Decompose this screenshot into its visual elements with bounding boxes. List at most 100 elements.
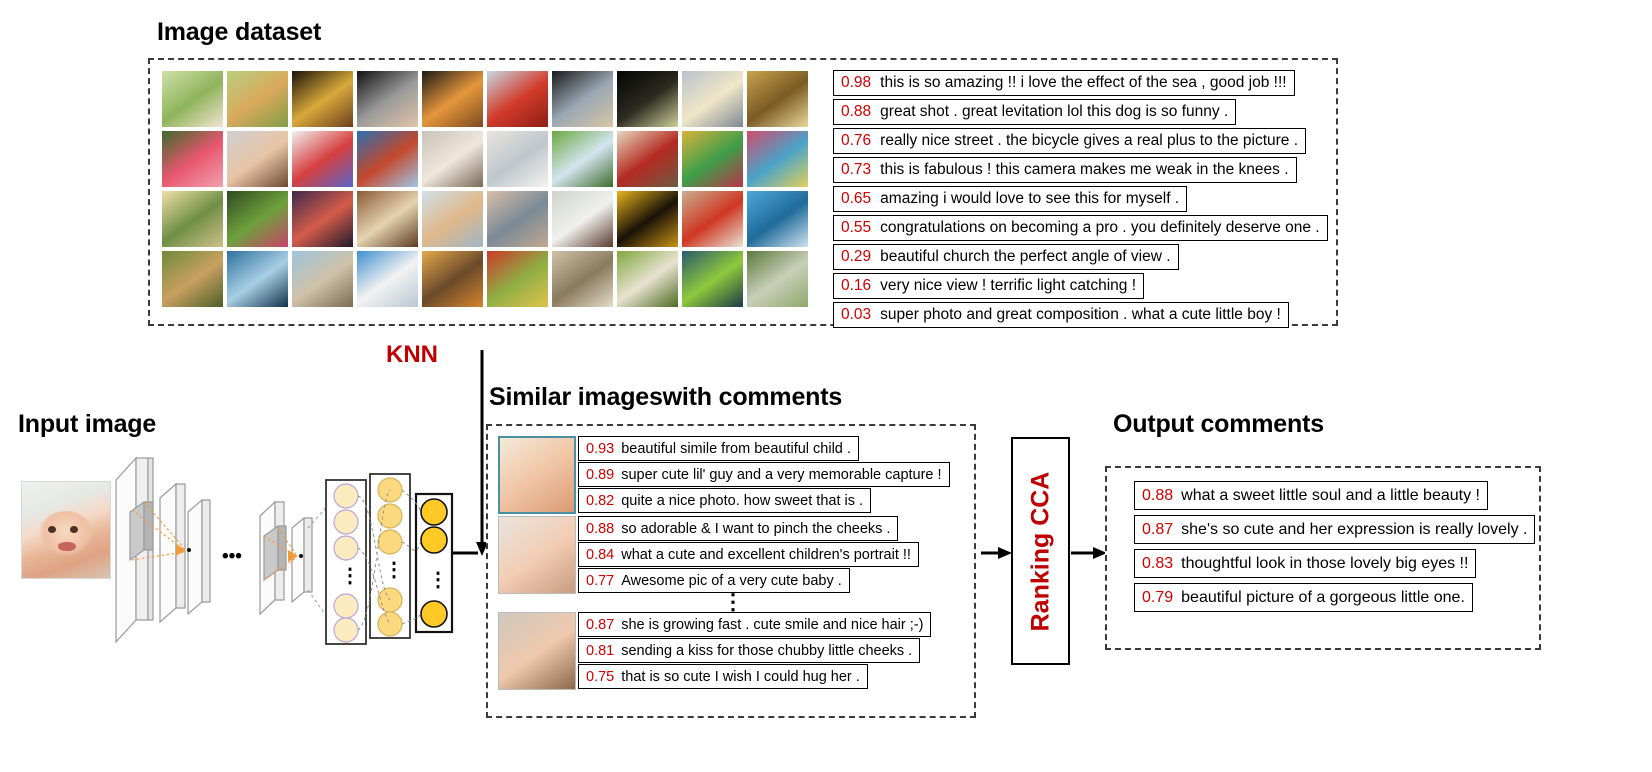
similar-image-group: 0.93 beautiful simile from beautiful chil… <box>498 436 968 514</box>
comment-text: amazing i would love to see this for mys… <box>880 190 1180 207</box>
dataset-thumbnail[interactable] <box>421 70 484 128</box>
dataset-thumbnail[interactable] <box>356 70 419 128</box>
similar-comment-row: 0.88 so adorable & I want to pinch the ch… <box>578 516 899 541</box>
comment-text: this is so amazing !! i love the effect … <box>880 74 1287 91</box>
dataset-comment-row: 0.65 amazing i would love to see this for… <box>833 186 1188 212</box>
dataset-thumbnail[interactable] <box>226 130 289 188</box>
dataset-thumbnail[interactable] <box>356 250 419 308</box>
comment-text: beautiful church the perfect angle of vi… <box>880 248 1171 265</box>
dataset-thumbnail[interactable] <box>226 70 289 128</box>
comment-text: congratulations on becoming a pro . you … <box>880 219 1320 236</box>
comment-score: 0.73 <box>841 161 872 178</box>
comment-text: beautiful picture of a gorgeous little o… <box>1181 588 1465 606</box>
dataset-thumbnail[interactable] <box>746 190 809 248</box>
dataset-thumbnail[interactable] <box>681 70 744 128</box>
similar-comment-row: 0.81 sending a kiss for those chubby litt… <box>578 638 921 663</box>
dataset-comment-row: 0.29 beautiful church the perfect angle o… <box>833 244 1179 270</box>
dataset-thumbnail[interactable] <box>356 190 419 248</box>
comment-text: Awesome pic of a very cute baby . <box>621 572 842 589</box>
comment-score: 0.98 <box>841 74 872 91</box>
comment-score: 0.89 <box>586 466 615 483</box>
dataset-thumbnail[interactable] <box>421 190 484 248</box>
dataset-thumbnail[interactable] <box>161 130 224 188</box>
dataset-thumbnail[interactable] <box>226 190 289 248</box>
output-comment-row: 0.87 she's so cute and her expression is … <box>1134 515 1536 544</box>
dataset-thumbnail[interactable] <box>551 250 614 308</box>
dataset-thumbnail-grid <box>161 70 809 308</box>
dataset-thumbnail[interactable] <box>291 70 354 128</box>
dataset-thumbnail[interactable] <box>161 250 224 308</box>
dataset-thumbnail[interactable] <box>681 190 744 248</box>
dataset-thumbnail[interactable] <box>356 130 419 188</box>
input-image-thumbnail <box>21 481 111 579</box>
ranking-cca-module[interactable]: Ranking CCA <box>1011 437 1070 665</box>
dataset-comment-row: 0.55 congratulations on becoming a pro . … <box>833 215 1328 241</box>
dataset-thumbnail[interactable] <box>616 130 679 188</box>
comment-text: thoughtful look in those lovely big eyes… <box>1181 554 1469 572</box>
dataset-thumbnail[interactable] <box>616 250 679 308</box>
dataset-thumbnail[interactable] <box>681 130 744 188</box>
dataset-thumbnail[interactable] <box>746 130 809 188</box>
dataset-thumbnail[interactable] <box>291 130 354 188</box>
similar-image-thumbnail[interactable] <box>498 516 576 594</box>
comment-score: 0.84 <box>586 546 615 563</box>
similar-image-group: 0.87 she is growing fast . cute smile and… <box>498 612 968 690</box>
dataset-thumbnail[interactable] <box>421 250 484 308</box>
dataset-thumbnail[interactable] <box>616 190 679 248</box>
similar-comment-row: 0.89 super cute lil' guy and a very memor… <box>578 462 950 487</box>
dataset-thumbnail[interactable] <box>486 190 549 248</box>
similar-comment-row: 0.82 quite a nice photo. how sweet that i… <box>578 488 872 513</box>
dataset-thumbnail[interactable] <box>161 190 224 248</box>
similar-comment-row: 0.84 what a cute and excellent children's… <box>578 542 919 567</box>
dataset-thumbnail[interactable] <box>551 130 614 188</box>
dataset-thumbnail[interactable] <box>291 190 354 248</box>
dataset-thumbnail[interactable] <box>291 250 354 308</box>
dataset-thumbnail[interactable] <box>551 70 614 128</box>
page-title-input-image: Input image <box>18 410 157 438</box>
dataset-thumbnail[interactable] <box>421 130 484 188</box>
dataset-comment-row: 0.16 very nice view ! terrific light catc… <box>833 273 1145 299</box>
dataset-comment-row: 0.88 great shot . great levitation lol th… <box>833 99 1237 125</box>
comment-score: 0.88 <box>1142 486 1174 504</box>
cnn-architecture-diagram: ••• ⋮ ⋮ ⋮ <box>115 456 454 645</box>
similar-comment-row: 0.87 she is growing fast . cute smile and… <box>578 612 932 637</box>
comment-text: super photo and great composition . what… <box>880 306 1281 323</box>
comment-text: quite a nice photo. how sweet that is . <box>621 492 864 509</box>
comment-score: 0.88 <box>586 520 615 537</box>
dataset-thumbnail[interactable] <box>551 190 614 248</box>
comment-score: 0.75 <box>586 668 615 685</box>
comment-score: 0.77 <box>586 572 615 589</box>
comment-score: 0.82 <box>586 492 615 509</box>
dataset-thumbnail[interactable] <box>616 70 679 128</box>
similar-image-thumbnail[interactable] <box>498 612 576 690</box>
dataset-comment-row: 0.73 this is fabulous ! this camera makes… <box>833 157 1297 183</box>
knn-label: KNN <box>386 341 438 368</box>
page-title-similar-images: Similar imageswith comments <box>489 383 843 411</box>
svg-text:⋮: ⋮ <box>428 569 448 591</box>
dataset-thumbnail[interactable] <box>746 70 809 128</box>
dataset-thumbnail[interactable] <box>746 250 809 308</box>
dataset-thumbnail[interactable] <box>161 70 224 128</box>
dataset-thumbnail[interactable] <box>486 250 549 308</box>
dataset-thumbnail[interactable] <box>486 130 549 188</box>
comment-text: she's so cute and her expression is real… <box>1181 520 1528 538</box>
dataset-thumbnail[interactable] <box>681 250 744 308</box>
output-comment-row: 0.83 thoughtful look in those lovely big … <box>1134 549 1477 578</box>
comment-text: what a cute and excellent children's por… <box>621 546 911 563</box>
comment-score: 0.03 <box>841 306 872 323</box>
comment-text: beautiful simile from beautiful child . <box>621 440 851 457</box>
comment-score: 0.81 <box>586 642 615 659</box>
comment-text: she is growing fast . cute smile and nic… <box>621 616 924 633</box>
comment-score: 0.16 <box>841 277 872 294</box>
dataset-comment-row: 0.98 this is so amazing !! i love the eff… <box>833 70 1295 96</box>
similar-comment-list: 0.93 beautiful simile from beautiful chil… <box>578 436 950 513</box>
comment-text: so adorable & I want to pinch the cheeks… <box>621 520 891 537</box>
comment-score: 0.88 <box>841 103 872 120</box>
comment-score: 0.76 <box>841 132 872 149</box>
dataset-thumbnail[interactable] <box>486 70 549 128</box>
dataset-thumbnail[interactable] <box>226 250 289 308</box>
similar-image-thumbnail[interactable] <box>498 436 576 514</box>
dataset-comment-row: 0.03 super photo and great composition . … <box>833 302 1289 328</box>
similar-comment-row: 0.77 Awesome pic of a very cute baby . <box>578 568 850 593</box>
page-title-image-dataset: Image dataset <box>157 18 322 46</box>
